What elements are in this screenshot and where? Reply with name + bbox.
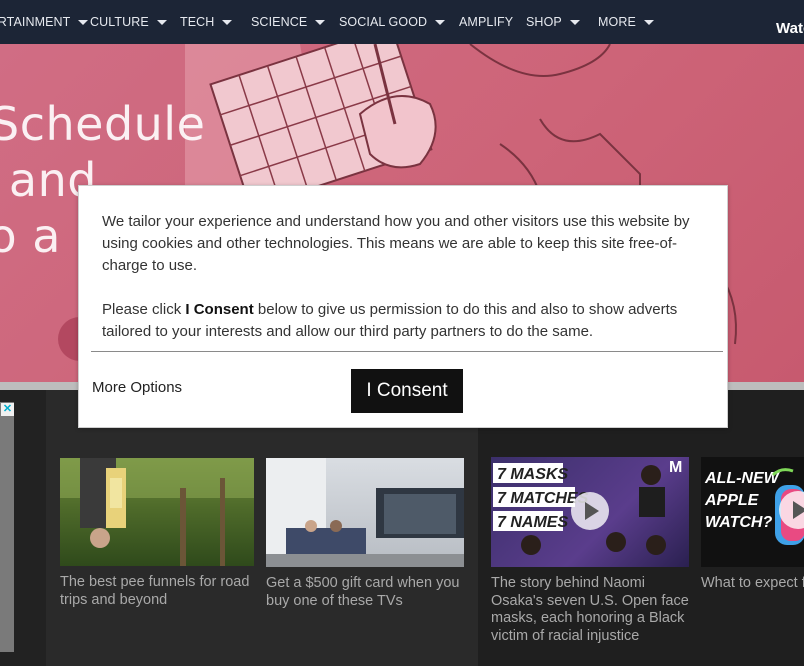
- video-thumbnail[interactable]: ALL-NEW APPLE WATCH?: [701, 457, 804, 567]
- nav-label: CULTURE: [90, 15, 149, 29]
- chevron-down-icon: [78, 19, 89, 25]
- chevron-down-icon: [435, 19, 446, 25]
- thumbnail-art: [60, 458, 254, 566]
- play-icon[interactable]: [571, 492, 609, 530]
- article-thumbnail[interactable]: [60, 458, 254, 566]
- thumb-text: APPLE: [704, 492, 760, 509]
- nav-item-social-good[interactable]: SOCIAL GOOD: [339, 0, 446, 44]
- left-ad-panel: ✕: [0, 390, 46, 666]
- video-thumbnail[interactable]: 7 MASKS 7 MATCHES 7 NAMES M: [491, 457, 689, 567]
- chevron-down-icon: [643, 19, 654, 25]
- nav-item-amplify[interactable]: AMPLIFY: [459, 0, 513, 44]
- thumb-text: WATCH?: [705, 514, 772, 531]
- nav-label: ENTERTAINMENT: [0, 15, 71, 29]
- video-title[interactable]: The story behind Naomi Osaka's seven U.S…: [491, 575, 696, 645]
- nav-item-science[interactable]: SCIENCE: [251, 0, 326, 44]
- nav-item-entertainment[interactable]: ENTERTAINMENT: [0, 0, 89, 44]
- consent-emphasis: I Consent: [185, 301, 254, 318]
- thumbnail-art: [266, 458, 464, 567]
- thumb-text: 7 MASKS: [497, 466, 568, 483]
- chevron-down-icon: [156, 19, 167, 25]
- article-thumbnail[interactable]: [266, 458, 464, 567]
- thumb-text: 7 NAMES: [497, 514, 568, 531]
- nav-label: TECH: [180, 15, 215, 29]
- nav-item-more[interactable]: MORE: [598, 0, 654, 44]
- more-options-link[interactable]: More Options: [92, 379, 182, 396]
- chevron-down-icon: [222, 19, 233, 25]
- hero-headline-line1[interactable]: Schedule: [0, 96, 205, 152]
- nav-item-tech[interactable]: TECH: [180, 0, 233, 44]
- article-title[interactable]: The best pee funnels for road trips and …: [60, 574, 250, 609]
- nav-label: SOCIAL GOOD: [339, 15, 428, 29]
- chevron-down-icon: [569, 19, 580, 25]
- nav-item-culture[interactable]: CULTURE: [90, 0, 167, 44]
- hero-headline-line3[interactable]: to a: [0, 208, 61, 264]
- section-heading[interactable]: Watch: [776, 20, 804, 37]
- nav-label: SCIENCE: [251, 15, 308, 29]
- ad-image[interactable]: [0, 402, 14, 652]
- video-title[interactable]: What to expect from Apple's 2020 Septemb…: [701, 575, 804, 593]
- consent-paragraph-2: Please click I Consent below to give us …: [102, 299, 702, 343]
- thumb-text: ALL-NEW: [704, 470, 781, 487]
- chevron-down-icon: [315, 19, 326, 25]
- nav-label: SHOP: [526, 15, 562, 29]
- nav-item-shop[interactable]: SHOP: [526, 0, 580, 44]
- thumb-badge: M: [669, 459, 682, 476]
- cookie-consent-dialog: We tailor your experience and understand…: [78, 185, 728, 428]
- consent-text: Please click: [102, 301, 186, 318]
- article-title[interactable]: Get a $500 gift card when you buy one of…: [266, 575, 466, 610]
- dialog-divider: [91, 351, 723, 352]
- consent-paragraph-1: We tailor your experience and understand…: [102, 213, 690, 274]
- close-icon[interactable]: ✕: [1, 403, 14, 416]
- nav-label: MORE: [598, 15, 636, 29]
- top-nav: ENTERTAINMENT CULTURE TECH SCIENCE SOCIA…: [0, 0, 804, 44]
- page: ENTERTAINMENT CULTURE TECH SCIENCE SOCIA…: [0, 0, 804, 666]
- nav-label: AMPLIFY: [459, 15, 514, 29]
- i-consent-button[interactable]: I Consent: [351, 369, 463, 413]
